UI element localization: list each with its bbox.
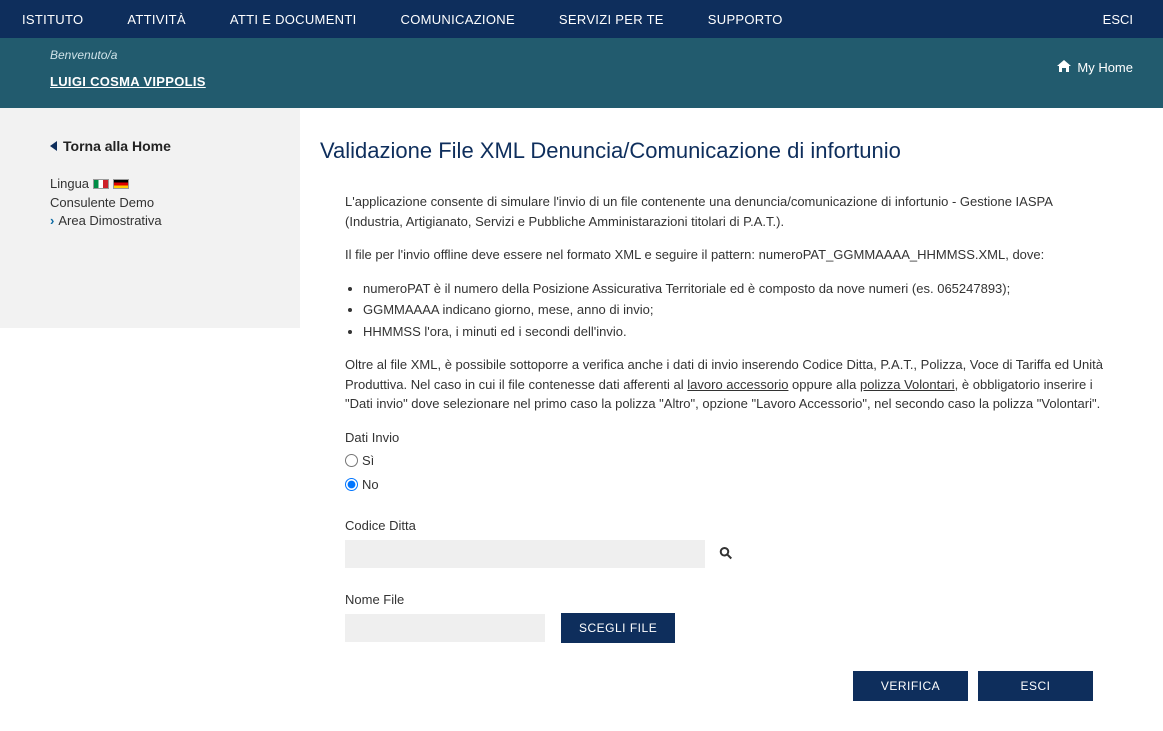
nav-supporto[interactable]: SUPPORTO (686, 0, 805, 38)
bullet-ggmmaaaa: GGMMAAAA indicano giorno, mese, anno di … (363, 300, 1113, 320)
top-nav: ISTITUTO ATTIVITÀ ATTI E DOCUMENTI COMUN… (0, 0, 1163, 38)
dati-invio-label: Dati Invio (345, 428, 1113, 448)
sidebar-lang: Lingua (50, 176, 270, 191)
flag-de-icon[interactable] (113, 179, 129, 189)
action-row: VERIFICA ESCI (345, 671, 1113, 701)
sidebar: Torna alla Home Lingua Consulente Demo ›… (0, 108, 300, 328)
content: Validazione File XML Denuncia/Comunicazi… (300, 108, 1163, 731)
bullet-numeropat: numeroPAT è il numero della Posizione As… (363, 279, 1113, 299)
search-icon[interactable]: ⚲ (714, 541, 739, 566)
user-name[interactable]: LUIGI COSMA VIPPOLIS (50, 74, 206, 89)
intro-paragraph-2: Il file per l'invio offline deve essere … (345, 245, 1113, 265)
intro-paragraph-3: Oltre al file XML, è possibile sottoporr… (345, 355, 1113, 414)
nav-left: ISTITUTO ATTIVITÀ ATTI E DOCUMENTI COMUN… (0, 0, 805, 38)
nav-exit[interactable]: ESCI (1073, 0, 1163, 38)
verifica-button[interactable]: VERIFICA (853, 671, 968, 701)
sidebar-consulente: Consulente Demo (50, 195, 270, 210)
link-lavoro-accessorio[interactable]: lavoro accessorio (687, 377, 788, 392)
nav-istituto[interactable]: ISTITUTO (0, 0, 105, 38)
home-icon (1057, 60, 1071, 75)
sub-header: Benvenuto/a LUIGI COSMA VIPPOLIS My Home (0, 38, 1163, 108)
sidebar-back-link[interactable]: Torna alla Home (50, 138, 270, 154)
lang-label: Lingua (50, 176, 89, 191)
pattern-list: numeroPAT è il numero della Posizione As… (363, 279, 1113, 342)
intro-paragraph-1: L'applicazione consente di simulare l'in… (345, 192, 1113, 231)
chevron-right-icon: › (50, 213, 54, 228)
sidebar-area-link[interactable]: › Area Dimostrativa (50, 213, 270, 228)
sidebar-area-label: Area Dimostrativa (58, 213, 161, 228)
back-arrow-icon (50, 141, 57, 151)
welcome-block: Benvenuto/a LUIGI COSMA VIPPOLIS (50, 48, 206, 89)
link-polizza-volontari[interactable]: polizza Volontari (860, 377, 955, 392)
nav-atti-documenti[interactable]: ATTI E DOCUMENTI (208, 0, 379, 38)
my-home-label: My Home (1077, 60, 1133, 75)
page-title: Validazione File XML Denuncia/Comunicazi… (320, 138, 1123, 164)
flag-it-icon[interactable] (93, 179, 109, 189)
bullet-hhmmss: HHMMSS l'ora, i minuti ed i secondi dell… (363, 322, 1113, 342)
nome-file-input[interactable] (345, 614, 545, 642)
scegli-file-button[interactable]: SCEGLI FILE (561, 613, 675, 643)
esci-button[interactable]: ESCI (978, 671, 1093, 701)
nav-comunicazione[interactable]: COMUNICAZIONE (379, 0, 537, 38)
my-home-link[interactable]: My Home (1057, 48, 1163, 75)
welcome-label: Benvenuto/a (50, 48, 206, 62)
inner-content: L'applicazione consente di simulare l'in… (320, 192, 1123, 701)
nav-servizi[interactable]: SERVIZI PER TE (537, 0, 686, 38)
nome-file-label: Nome File (345, 590, 1113, 610)
codice-ditta-input[interactable] (345, 540, 705, 568)
radio-si-label: Sì (362, 451, 374, 471)
codice-ditta-label: Codice Ditta (345, 516, 1113, 536)
sidebar-back-label: Torna alla Home (63, 138, 171, 154)
nav-attivita[interactable]: ATTIVITÀ (105, 0, 208, 38)
radio-no[interactable] (345, 478, 358, 491)
radio-si[interactable] (345, 454, 358, 467)
radio-no-label: No (362, 475, 379, 495)
